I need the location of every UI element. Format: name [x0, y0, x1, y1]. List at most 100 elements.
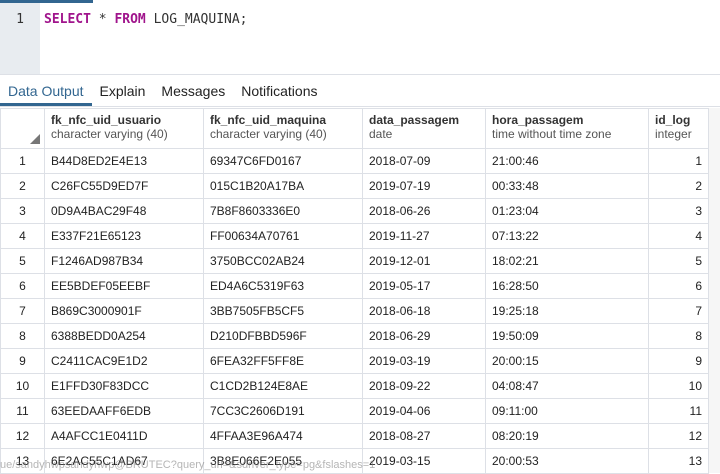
table-row[interactable]: 3 0D9A4BAC29F48 7B8F8603336E0 2018-06-26 01:… [0, 198, 709, 224]
table-row[interactable]: 1 B44D8ED2E4E13 69347C6FD0167 2018-07-09 21:… [0, 148, 709, 174]
row-number[interactable]: 1 [0, 148, 45, 174]
cell-fk_nfc_uid_maquina[interactable]: FF00634A70761 [203, 223, 363, 249]
cell-id_log[interactable]: 13 [648, 448, 709, 474]
cell-id_log[interactable]: 1 [648, 148, 709, 174]
cell-id_log[interactable]: 3 [648, 198, 709, 224]
row-number[interactable]: 5 [0, 248, 45, 274]
select-all-corner[interactable] [0, 108, 45, 149]
cell-data_passagem[interactable]: 2019-11-27 [362, 223, 486, 249]
table-row[interactable]: 6 EE5BDEF05EEBF ED4A6C5319F63 2019-05-17 16:… [0, 273, 709, 299]
table-row[interactable]: 7 B869C3000901F 3BB7505FB5CF5 2018-06-18 19:… [0, 298, 709, 324]
cell-hora_passagem[interactable]: 04:08:47 [485, 373, 649, 399]
cell-fk_nfc_uid_usuario[interactable]: F1246AD987B34 [44, 248, 204, 274]
column-header-fk_nfc_uid_maquina[interactable]: fk_nfc_uid_maquina character varying (40) [203, 108, 363, 149]
row-number[interactable]: 7 [0, 298, 45, 324]
sql-editor[interactable]: 1 SELECT * FROM LOG_MAQUINA; [0, 3, 720, 75]
column-header-fk_nfc_uid_usuario[interactable]: fk_nfc_uid_usuario character varying (40) [44, 108, 204, 149]
table-row[interactable]: 13 6E2AC55C1AD67 3B8E066E2E055 2019-03-15 20… [0, 448, 709, 474]
cell-hora_passagem[interactable]: 19:25:18 [485, 298, 649, 324]
cell-fk_nfc_uid_maquina[interactable]: 3B8E066E2E055 [203, 448, 363, 474]
cell-data_passagem[interactable]: 2018-06-29 [362, 323, 486, 349]
cell-fk_nfc_uid_maquina[interactable]: 7B8F8603336E0 [203, 198, 363, 224]
cell-fk_nfc_uid_usuario[interactable]: C2411CAC9E1D2 [44, 348, 204, 374]
cell-hora_passagem[interactable]: 21:00:46 [485, 148, 649, 174]
cell-hora_passagem[interactable]: 19:50:09 [485, 323, 649, 349]
cell-data_passagem[interactable]: 2019-03-15 [362, 448, 486, 474]
row-number[interactable]: 8 [0, 323, 45, 349]
cell-fk_nfc_uid_maquina[interactable]: 7CC3C2606D191 [203, 398, 363, 424]
row-number[interactable]: 10 [0, 373, 45, 399]
cell-hora_passagem[interactable]: 20:00:15 [485, 348, 649, 374]
cell-fk_nfc_uid_usuario[interactable]: B44D8ED2E4E13 [44, 148, 204, 174]
tab-notifications[interactable]: Notifications [233, 75, 325, 106]
cell-hora_passagem[interactable]: 20:00:53 [485, 448, 649, 474]
cell-fk_nfc_uid_maquina[interactable]: 69347C6FD0167 [203, 148, 363, 174]
cell-id_log[interactable]: 4 [648, 223, 709, 249]
cell-data_passagem[interactable]: 2019-12-01 [362, 248, 486, 274]
sql-code[interactable]: SELECT * FROM LOG_MAQUINA; [40, 3, 248, 74]
cell-fk_nfc_uid_maquina[interactable]: 015C1B20A17BA [203, 173, 363, 199]
cell-fk_nfc_uid_usuario[interactable]: 63EEDAAFF6EDB [44, 398, 204, 424]
cell-data_passagem[interactable]: 2019-03-19 [362, 348, 486, 374]
tab-data-output[interactable]: Data Output [0, 75, 92, 106]
cell-data_passagem[interactable]: 2018-06-26 [362, 198, 486, 224]
cell-fk_nfc_uid_usuario[interactable]: E1FFD30F83DCC [44, 373, 204, 399]
row-number[interactable]: 6 [0, 273, 45, 299]
cell-fk_nfc_uid_usuario[interactable]: B869C3000901F [44, 298, 204, 324]
cell-data_passagem[interactable]: 2019-07-19 [362, 173, 486, 199]
cell-fk_nfc_uid_maquina[interactable]: 6FEA32FF5FF8E [203, 348, 363, 374]
cell-hora_passagem[interactable]: 16:28:50 [485, 273, 649, 299]
table-row[interactable]: 8 6388BEDD0A254 D210DFBBD596F 2018-06-29 19:… [0, 323, 709, 349]
cell-hora_passagem[interactable]: 09:11:00 [485, 398, 649, 424]
cell-id_log[interactable]: 2 [648, 173, 709, 199]
cell-fk_nfc_uid_usuario[interactable]: E337F21E65123 [44, 223, 204, 249]
table-row[interactable]: 10 E1FFD30F83DCC C1CD2B124E8AE 2018-09-22 04… [0, 373, 709, 399]
table-row[interactable]: 12 A4AFCC1E0411D 4FFAA3E96A474 2018-08-27 08… [0, 423, 709, 449]
cell-fk_nfc_uid_maquina[interactable]: ED4A6C5319F63 [203, 273, 363, 299]
cell-data_passagem[interactable]: 2018-06-18 [362, 298, 486, 324]
row-number[interactable]: 12 [0, 423, 45, 449]
table-row[interactable]: 11 63EEDAAFF6EDB 7CC3C2606D191 2019-04-06 09… [0, 398, 709, 424]
cell-fk_nfc_uid_maquina[interactable]: D210DFBBD596F [203, 323, 363, 349]
cell-hora_passagem[interactable]: 07:13:22 [485, 223, 649, 249]
cell-hora_passagem[interactable]: 08:20:19 [485, 423, 649, 449]
row-number[interactable]: 13 [0, 448, 45, 474]
cell-fk_nfc_uid_usuario[interactable]: 6E2AC55C1AD67 [44, 448, 204, 474]
column-header-id_log[interactable]: id_log integer [648, 108, 709, 149]
cell-fk_nfc_uid_maquina[interactable]: C1CD2B124E8AE [203, 373, 363, 399]
cell-fk_nfc_uid_usuario[interactable]: 6388BEDD0A254 [44, 323, 204, 349]
cell-fk_nfc_uid_usuario[interactable]: A4AFCC1E0411D [44, 423, 204, 449]
cell-fk_nfc_uid_maquina[interactable]: 4FFAA3E96A474 [203, 423, 363, 449]
row-number[interactable]: 4 [0, 223, 45, 249]
cell-id_log[interactable]: 9 [648, 348, 709, 374]
cell-id_log[interactable]: 11 [648, 398, 709, 424]
cell-data_passagem[interactable]: 2018-08-27 [362, 423, 486, 449]
row-number[interactable]: 9 [0, 348, 45, 374]
column-header-data_passagem[interactable]: data_passagem date [362, 108, 486, 149]
cell-fk_nfc_uid_maquina[interactable]: 3BB7505FB5CF5 [203, 298, 363, 324]
column-header-hora_passagem[interactable]: hora_passagem time without time zone [485, 108, 649, 149]
table-row[interactable]: 5 F1246AD987B34 3750BCC02AB24 2019-12-01 18:… [0, 248, 709, 274]
cell-id_log[interactable]: 8 [648, 323, 709, 349]
cell-data_passagem[interactable]: 2018-09-22 [362, 373, 486, 399]
cell-fk_nfc_uid_usuario[interactable]: EE5BDEF05EEBF [44, 273, 204, 299]
cell-id_log[interactable]: 12 [648, 423, 709, 449]
table-row[interactable]: 9 C2411CAC9E1D2 6FEA32FF5FF8E 2019-03-19 20:… [0, 348, 709, 374]
table-row[interactable]: 4 E337F21E65123 FF00634A70761 2019-11-27 07:… [0, 223, 709, 249]
row-number[interactable]: 3 [0, 198, 45, 224]
cell-hora_passagem[interactable]: 01:23:04 [485, 198, 649, 224]
cell-id_log[interactable]: 10 [648, 373, 709, 399]
cell-id_log[interactable]: 6 [648, 273, 709, 299]
row-number[interactable]: 2 [0, 173, 45, 199]
cell-id_log[interactable]: 7 [648, 298, 709, 324]
cell-id_log[interactable]: 5 [648, 248, 709, 274]
vertical-scrollbar[interactable] [708, 108, 720, 473]
cell-fk_nfc_uid_usuario[interactable]: 0D9A4BAC29F48 [44, 198, 204, 224]
cell-fk_nfc_uid_usuario[interactable]: C26FC55D9ED7F [44, 173, 204, 199]
cell-data_passagem[interactable]: 2018-07-09 [362, 148, 486, 174]
tab-explain[interactable]: Explain [92, 75, 154, 106]
cell-data_passagem[interactable]: 2019-05-17 [362, 273, 486, 299]
tab-messages[interactable]: Messages [153, 75, 233, 106]
cell-fk_nfc_uid_maquina[interactable]: 3750BCC02AB24 [203, 248, 363, 274]
row-number[interactable]: 11 [0, 398, 45, 424]
